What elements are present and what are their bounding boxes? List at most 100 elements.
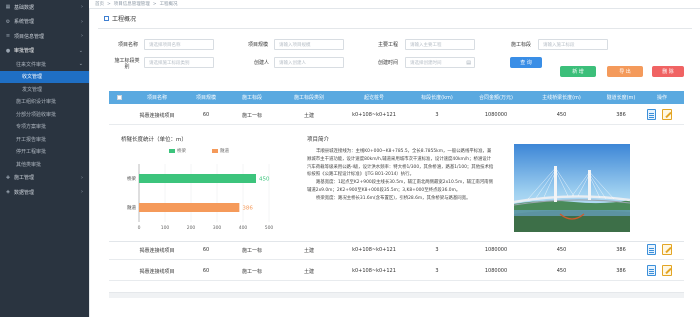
chevron-right-icon: ›	[81, 189, 83, 196]
y-tick-label: 桥梁	[127, 175, 136, 182]
legend-item-tunnel: 隧道	[212, 148, 229, 154]
breadcrumb-current: 工程概况	[159, 2, 178, 7]
gear-icon: ⚙	[5, 18, 11, 25]
view-doc-icon[interactable]	[647, 109, 656, 120]
sidebar-item-outgoing[interactable]: 发文管理	[0, 83, 89, 96]
sidebar: ▦ 基础数据 › ⚙ 系统管理 › ≡ 项目信息管理 › ● 审批管理 ⌄ 往来文件审批 ⌄ 收文…	[0, 0, 89, 317]
bar	[139, 203, 240, 212]
legend-swatch	[169, 149, 175, 153]
sidebar-item-correspondence[interactable]: 往来文件审批 ⌄	[0, 58, 89, 71]
section-input[interactable]: 请输入施工标段	[538, 39, 608, 50]
page-title: 工程概况	[104, 12, 136, 24]
view-doc-icon[interactable]	[647, 265, 656, 276]
delete-button[interactable]: 删 除	[652, 66, 684, 77]
sidebar-item-incoming[interactable]: 收文管理	[0, 70, 89, 83]
list-icon: ≡	[5, 33, 11, 40]
sidebar-item-other[interactable]: 其他类审批	[0, 158, 89, 171]
table-header: 项目名称 项目规模 施工标段 施工标段类别 起讫桩号 标段长度(km) 合同金额…	[109, 91, 684, 104]
x-tick-label: 300	[213, 225, 222, 231]
sidebar-item-approval[interactable]: ● 审批管理 ⌄	[0, 44, 89, 59]
col-contract: 合同金额(万元)	[479, 95, 513, 101]
data-label: 386	[242, 206, 253, 212]
section-type-label: 施工标段类别	[114, 58, 140, 70]
data-label: 450	[259, 177, 270, 183]
x-tick-label: 400	[239, 225, 248, 231]
bridge-photo	[514, 144, 630, 232]
created-time-picker[interactable]: 请选择创建时间 ▤	[405, 57, 475, 68]
sidebar-item-special-plan[interactable]: 专项方案审批	[0, 121, 89, 134]
legend-swatch	[212, 149, 218, 153]
created-time-label: 创建时间	[378, 60, 399, 66]
x-tick-label: 200	[187, 225, 196, 231]
main-panel: 工程概况 项目名称 请选择项目名称 项目规模 请输入项目规模 主要工程 请输入主…	[89, 9, 700, 317]
sidebar-item-system[interactable]: ⚙ 系统管理 ›	[0, 15, 89, 30]
sidebar-item-construction-design[interactable]: 施工组织设计审批	[0, 96, 89, 109]
breadcrumb-project-info[interactable]: 项目信息管理管理	[114, 1, 150, 7]
sidebar-item-stop-resume[interactable]: 停开工程审批	[0, 146, 89, 159]
main-works-input[interactable]: 请输入主要工程	[405, 39, 475, 50]
sidebar-item-construction[interactable]: ✚ 施工管理 ›	[0, 171, 89, 186]
col-project-scale: 项目规模	[195, 95, 216, 101]
bar-chart: 0 100 200 300 400 500 桥梁 450 隧道 386	[127, 164, 274, 231]
edit-icon[interactable]	[662, 244, 672, 255]
main-works-label: 主要工程	[378, 42, 399, 48]
row-detail-panel: 桥隧长度统计（单位：m） 桥梁 隧道 0 100 200 300 400 500 桥梁 450…	[109, 126, 684, 242]
row-actions	[647, 265, 672, 276]
x-tick-label: 0	[138, 225, 141, 231]
chevron-right-icon: ›	[81, 33, 83, 40]
edit-icon[interactable]	[662, 265, 672, 276]
col-actions: 操作	[656, 95, 667, 101]
table-row[interactable]: 揭惠连接线项目 60 施工一标 土建 k0+108~k0+121 3 10800…	[109, 105, 684, 125]
section-label: 施工标段	[511, 42, 532, 48]
tools-icon: ✚	[5, 174, 11, 181]
project-scale-input[interactable]: 请输入项目规模	[274, 39, 344, 50]
horizontal-scrollbar[interactable]	[109, 292, 684, 298]
table-row[interactable]: 揭惠连接线项目 60 施工一标 土建 k0+108~k0+121 3 10800…	[109, 261, 684, 281]
row-actions	[647, 244, 672, 255]
table-row[interactable]: 揭惠连接线项目 60 施工一标 土建 k0+108~k0+121 3 10800…	[109, 240, 684, 260]
section-type-select[interactable]: 请选择施工标段类别	[144, 57, 214, 68]
add-button[interactable]: 新 增	[560, 66, 596, 77]
chart-title: 桥隧长度统计（单位：m）	[121, 137, 187, 143]
intro-paragraph: 路基宽度：1起点至K2+900段主线长30.5m，辅江南北两侧最宽2x10.5m…	[307, 180, 493, 193]
query-button[interactable]: 查 询	[510, 57, 542, 68]
x-tick-label: 500	[265, 225, 274, 231]
sidebar-item-basic-data[interactable]: ▦ 基础数据 ›	[0, 0, 89, 15]
database-icon: ◈	[6, 189, 10, 196]
bar	[139, 174, 256, 183]
chevron-down-icon: ⌄	[78, 61, 83, 68]
sidebar-item-acceptance[interactable]: 分部分项验收审批	[0, 108, 89, 121]
divider	[98, 28, 692, 29]
person-icon: ●	[5, 47, 11, 54]
grid-icon: ▦	[5, 4, 11, 11]
sidebar-item-project-info[interactable]: ≡ 项目信息管理 ›	[0, 29, 89, 44]
view-doc-icon[interactable]	[647, 244, 656, 255]
y-tick-label: 隧道	[127, 204, 136, 211]
project-scale-label: 项目规模	[248, 42, 269, 48]
sidebar-item-data[interactable]: ◈ 数据管理 ›	[0, 185, 89, 200]
creator-label: 创建人	[254, 60, 270, 66]
breadcrumb-separator: >	[152, 1, 157, 7]
col-chainage: 起讫桩号	[363, 95, 384, 101]
project-name-select[interactable]: 请选择项目名称	[144, 39, 214, 50]
intro-paragraph: 桥梁宽度：路况主桥长31.6m(含布置区)，引桥28.6m，其余桥梁与路基同宽。	[316, 195, 471, 201]
x-tick-label: 100	[161, 225, 170, 231]
col-project-name: 项目名称	[146, 95, 167, 101]
select-all-checkbox[interactable]	[117, 95, 122, 100]
intro-title: 项目简介	[307, 137, 330, 143]
chevron-down-icon: ⌄	[78, 47, 83, 54]
chevron-right-icon: ›	[81, 174, 83, 181]
col-length: 标段长度(km)	[421, 95, 453, 101]
chevron-right-icon: ›	[81, 4, 83, 11]
sidebar-item-start-report[interactable]: 开工报告审批	[0, 133, 89, 146]
edit-icon[interactable]	[662, 109, 672, 120]
calendar-icon: ▤	[466, 59, 471, 66]
chevron-right-icon: ›	[81, 18, 83, 25]
title-icon	[104, 15, 109, 21]
project-name-label: 项目名称	[118, 42, 139, 48]
creator-input[interactable]: 请输入创建人	[274, 57, 344, 68]
breadcrumb-home[interactable]: 首页	[95, 1, 104, 7]
export-button[interactable]: 导 出	[607, 66, 643, 77]
intro-paragraph: 丰顺县城连接线为：主线K0+000~K8+785.5，全长8.7855km，一般…	[307, 149, 494, 178]
col-section: 施工标段	[241, 95, 262, 101]
